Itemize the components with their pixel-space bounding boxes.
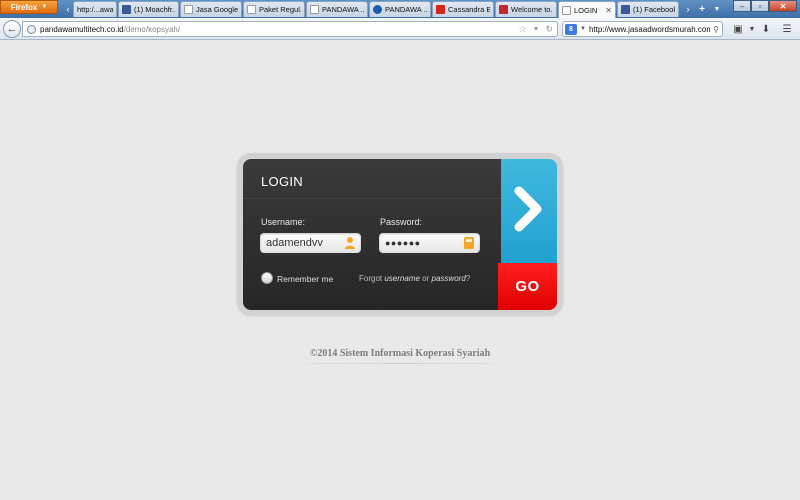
url-domain: pandawamultitech.co.id: [40, 24, 124, 34]
firefox-menu-label: Firefox: [10, 2, 38, 12]
page-icon: [184, 5, 193, 14]
chevron-right-icon: [514, 186, 542, 232]
tab-label: Cassandra B...: [448, 5, 490, 14]
download-icon[interactable]: ⬇: [758, 22, 774, 36]
forgot-username-link[interactable]: username: [384, 274, 420, 283]
tab-item-active[interactable]: LOGIN ✕: [558, 1, 616, 18]
page-icon: [562, 5, 571, 15]
maximize-icon[interactable]: ▫: [751, 0, 769, 12]
welcome-icon: [499, 5, 508, 14]
new-tab-icon[interactable]: +: [697, 2, 707, 16]
tab-item[interactable]: Cassandra B...: [432, 1, 494, 17]
tab-item[interactable]: Jasa Google...: [180, 1, 242, 17]
reload-icon[interactable]: ↻: [545, 24, 553, 35]
back-arrow-icon[interactable]: ←: [3, 20, 21, 38]
tab-label: PANDAWA ...: [322, 5, 364, 14]
navigation-bar: ← pandawamultitech.co.id/demo/kopsyah/ ☆…: [0, 18, 800, 40]
google-icon[interactable]: 8: [565, 23, 577, 35]
menu-icon[interactable]: ☰: [779, 22, 795, 36]
history-dropdown-icon[interactable]: ▼: [533, 26, 540, 33]
next-arrow-panel[interactable]: [501, 159, 557, 263]
forgot-password-link[interactable]: password: [432, 274, 466, 283]
search-input[interactable]: http://www.jasaadwordsmurah.com/: [589, 25, 710, 34]
tab-label: PANDAWA ...: [385, 5, 427, 14]
tab-item[interactable]: PANDAWA ...: [306, 1, 368, 17]
go-button[interactable]: GO: [498, 263, 557, 310]
firefox-menu-button[interactable]: Firefox ▼: [0, 0, 58, 14]
tab-item[interactable]: Paket Regul...: [243, 1, 305, 17]
username-input[interactable]: [266, 237, 340, 249]
user-icon: [345, 237, 355, 249]
tab-label: Welcome to...: [511, 5, 553, 14]
address-tools: ☆ ▼ ↻: [518, 22, 553, 36]
chevron-down-icon[interactable]: ▼: [580, 26, 586, 32]
password-field[interactable]: ●●●●●●: [379, 233, 480, 253]
tab-label: Jasa Google...: [196, 5, 238, 14]
close-icon[interactable]: ✕: [605, 6, 612, 15]
youtube-icon: [436, 5, 445, 14]
chevron-down-icon: ▼: [41, 4, 48, 10]
tab-label: (1) Facebook: [633, 5, 675, 14]
remember-me-label[interactable]: Remember me: [277, 274, 333, 284]
bookmark-star-icon[interactable]: ☆: [518, 24, 526, 35]
footer-divider: [280, 363, 520, 364]
facebook-icon: [122, 5, 131, 14]
tab-scroll-right-icon[interactable]: ›: [682, 1, 694, 17]
address-bar[interactable]: pandawamultitech.co.id/demo/kopsyah/ ☆ ▼…: [22, 21, 558, 37]
tab-item[interactable]: (1) Moachfr...: [118, 1, 179, 17]
password-input[interactable]: ●●●●●●: [385, 238, 421, 248]
tab-label: LOGIN: [574, 5, 598, 15]
remember-me-checkbox[interactable]: [261, 272, 273, 284]
divider: [243, 198, 501, 199]
page-icon: [247, 5, 256, 14]
lock-icon: [464, 237, 474, 249]
password-label: Password:: [380, 217, 423, 227]
forgot-credentials-link[interactable]: Forgot username or password?: [359, 274, 470, 283]
search-bar[interactable]: 8 ▼ http://www.jasaadwordsmurah.com/ ⚲: [562, 21, 723, 37]
globe-icon: [27, 24, 36, 34]
url-path: /demo/kopsyah/: [123, 24, 181, 34]
username-field[interactable]: [260, 233, 361, 253]
login-title: LOGIN: [261, 174, 303, 189]
tab-item[interactable]: (1) Facebook: [617, 1, 679, 17]
tab-label: http:/...awai/: [77, 5, 113, 14]
page-icon: [310, 5, 319, 14]
pandawa-icon: [373, 5, 382, 14]
tab-label: (1) Moachfr...: [134, 5, 175, 14]
tab-label: Paket Regul...: [259, 5, 301, 14]
tab-item[interactable]: http:/...awai/: [73, 1, 117, 17]
tab-item[interactable]: Welcome to...: [495, 1, 557, 17]
close-window-icon[interactable]: ✕: [769, 0, 797, 12]
forgot-suffix: ?: [465, 274, 471, 283]
forgot-prefix: Forgot: [359, 274, 383, 283]
browser-tab-bar: Firefox ▼ ‹ http:/...awai/ (1) Moachfr..…: [0, 0, 800, 18]
footer-copyright: ©2014 Sistem Informasi Koperasi Syariah: [309, 348, 491, 359]
tab-item[interactable]: PANDAWA ...: [369, 1, 431, 17]
search-icon[interactable]: ⚲: [713, 25, 722, 34]
minimize-icon[interactable]: –: [733, 0, 751, 12]
tab-list-icon[interactable]: ▼: [712, 2, 722, 16]
facebook-icon: [621, 5, 630, 14]
forgot-or: or: [422, 274, 430, 283]
username-label: Username:: [261, 217, 306, 227]
